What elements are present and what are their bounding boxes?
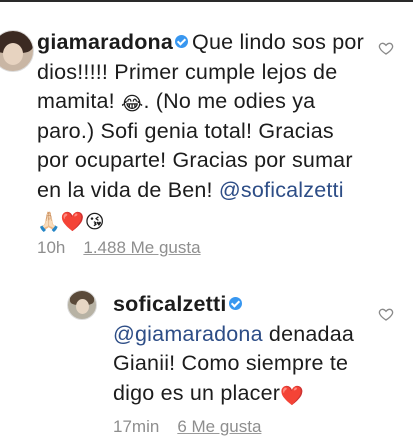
timestamp: 10h [37,238,66,257]
avatar-soficalzetti[interactable] [67,290,97,320]
verified-badge-icon [175,35,189,48]
verified-badge-icon [228,297,242,310]
reply-meta: 17min 6 Me gusta [113,417,261,437]
mention-link[interactable]: @giamaradona [113,322,263,346]
top-divider [0,0,413,2]
username[interactable]: giamaradona [37,30,173,54]
heart-outline-icon[interactable] [378,40,394,56]
timestamp: 17min [113,417,160,436]
laughing-emoji: 😂 [121,94,144,115]
username[interactable]: soficalzetti [113,292,227,316]
comment-meta: 10h 1.488 Me gusta [37,238,201,258]
mention-link[interactable]: @soficalzetti [219,178,344,202]
heart-emoji: ❤️ [280,385,305,407]
likes-count-link[interactable]: 1.488 Me gusta [83,238,200,257]
avatar-giamaradona[interactable] [0,30,34,72]
heart-outline-icon[interactable] [378,306,394,322]
comment-text: giamaradona Que lindo sos por dios!!!!! P… [37,28,367,235]
trailing-emojis: 🙏🏻❤️😘 [37,212,105,233]
reply-text: soficalzetti @giamaradona denadaa Gianii… [113,290,383,408]
likes-count-link[interactable]: 6 Me gusta [177,417,261,436]
comments-panel: giamaradona Que lindo sos por dios!!!!! P… [0,0,413,444]
